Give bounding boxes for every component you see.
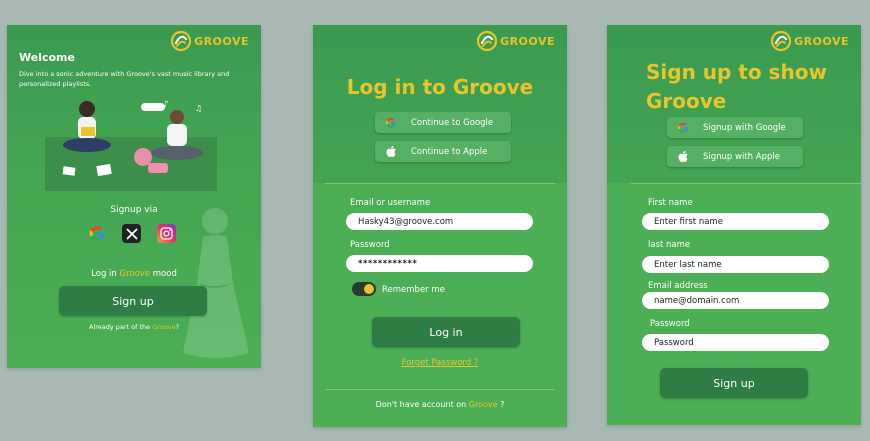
password-label: Password xyxy=(350,240,390,250)
signup-google-button[interactable]: Signup with Google xyxy=(667,117,803,138)
login-button[interactable]: Log in xyxy=(372,317,520,347)
welcome-title: Welcome xyxy=(19,51,75,64)
divider xyxy=(325,389,555,390)
dancing-figure-watermark xyxy=(183,208,249,358)
first-name-label: First name xyxy=(648,198,693,208)
groove-logo-icon xyxy=(171,31,192,51)
signup-google-label: Signup with Google xyxy=(703,122,786,133)
password-field[interactable]: ************ xyxy=(346,255,533,272)
already-member-link[interactable]: Already part of the Groove? xyxy=(7,323,261,331)
password-field[interactable]: Password xyxy=(642,334,829,351)
social-signup-icons xyxy=(87,224,176,243)
welcome-screen: GROOVE Welcome Dive into a sonic adventu… xyxy=(7,25,261,368)
svg-text:♫: ♫ xyxy=(195,104,202,113)
email-label: Email address xyxy=(648,281,708,291)
apple-icon xyxy=(677,150,689,163)
google-icon xyxy=(385,117,397,129)
groove-logo-icon xyxy=(477,31,498,51)
password-label: Password xyxy=(650,319,690,329)
brand-logo: GROOVE xyxy=(477,31,555,51)
no-account-suffix: ? xyxy=(500,400,505,409)
mood-suffix: mood xyxy=(152,269,177,279)
brand-name: GROOVE xyxy=(500,34,555,48)
login-mood-text: Log in Groove mood xyxy=(7,269,261,279)
first-name-field[interactable]: Enter first name xyxy=(642,213,829,230)
signup-button[interactable]: Sign up xyxy=(59,286,207,316)
groove-logo-icon xyxy=(771,31,792,51)
already-prefix: Already part of the xyxy=(88,323,151,331)
google-icon xyxy=(677,122,689,134)
welcome-intro: Dive into a sonic adventure with Groove'… xyxy=(19,70,230,88)
continue-apple-label: Continue to Apple xyxy=(411,146,488,157)
apple-icon xyxy=(385,145,397,158)
people-listening-music-illustration: ♪ ♫ xyxy=(45,100,217,191)
svg-text:♪: ♪ xyxy=(163,100,169,110)
signup-title: Sign up to show Groove xyxy=(646,60,827,113)
divider xyxy=(325,183,555,184)
no-account-prefix: Don't have account on xyxy=(375,400,467,409)
book-icon xyxy=(81,127,95,136)
mood-prefix: Log in xyxy=(91,269,117,279)
brand-name: GROOVE xyxy=(794,34,849,48)
brand-logo: GROOVE xyxy=(171,31,249,51)
last-name-field[interactable]: Enter last name xyxy=(642,256,829,273)
last-name-label: last name xyxy=(648,240,691,250)
forgot-password-link[interactable]: Forget Password ? xyxy=(313,358,567,368)
no-account-text: Don't have account on Groove ? xyxy=(313,400,567,409)
email-field[interactable]: name@domain.com xyxy=(642,292,829,309)
toggle-knob xyxy=(364,284,374,294)
signup-button[interactable]: Sign up xyxy=(660,368,808,398)
x-icon[interactable] xyxy=(122,224,141,243)
signup-via-label: Signup via xyxy=(110,205,158,215)
email-label: Email or username xyxy=(350,198,431,208)
brand-logo: GROOVE xyxy=(771,31,849,51)
signup-apple-label: Signup with Apple xyxy=(703,151,780,162)
continue-google-label: Continue to Google xyxy=(411,117,494,128)
google-icon[interactable] xyxy=(87,224,106,243)
login-title: Log in to Groove xyxy=(346,75,534,99)
remember-me-toggle[interactable] xyxy=(352,282,376,296)
login-screen: GROOVE Log in to Groove Continue to Goog… xyxy=(313,25,567,427)
brand-name: GROOVE xyxy=(194,34,249,48)
instagram-icon[interactable] xyxy=(157,224,176,243)
already-brand: Groove xyxy=(152,323,176,331)
continue-apple-button[interactable]: Continue to Apple xyxy=(375,141,511,162)
signup-screen: GROOVE Sign up to show Groove Signup wit… xyxy=(607,25,861,425)
signup-apple-button[interactable]: Signup with Apple xyxy=(667,146,803,167)
already-suffix: ? xyxy=(175,323,180,331)
mood-brand: Groove xyxy=(119,269,151,279)
continue-google-button[interactable]: Continue to Google xyxy=(375,112,511,133)
remember-me-label: Remember me xyxy=(382,285,445,295)
register-link[interactable]: Groove xyxy=(469,400,498,409)
divider xyxy=(631,183,861,184)
email-field[interactable]: Hasky43@groove.com xyxy=(346,213,533,230)
